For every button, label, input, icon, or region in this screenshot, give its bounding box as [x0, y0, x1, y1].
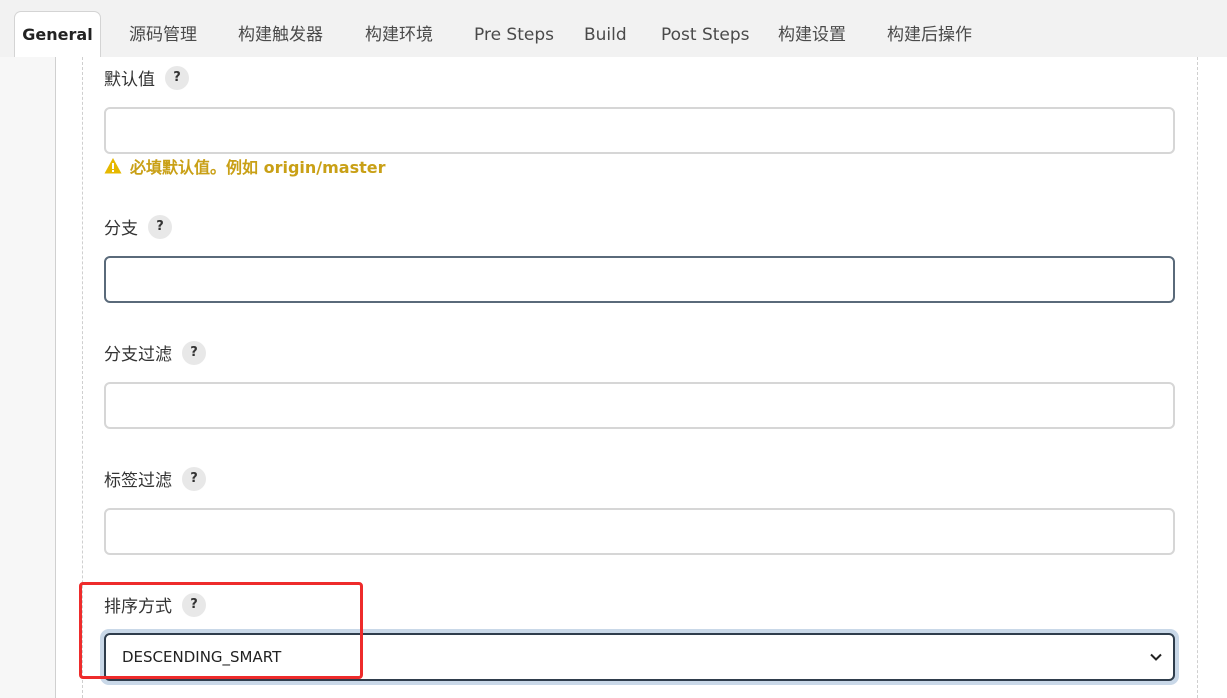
tag-filter-help-icon[interactable]: ? — [182, 466, 206, 491]
tab-post-steps[interactable]: Post Steps — [661, 18, 750, 52]
tag-filter-label-row: 标签过滤 ? — [104, 466, 206, 491]
branch-label-row: 分支 ? — [104, 214, 172, 239]
sort-mode-label: 排序方式 — [104, 597, 172, 617]
tab-build[interactable]: Build — [584, 18, 627, 52]
sort-mode-label-row: 排序方式 ? — [104, 592, 206, 617]
branch-filter-input[interactable] — [104, 382, 1175, 429]
default-value-warning-text: 必填默认值。例如 origin/master — [130, 158, 386, 177]
default-value-input[interactable] — [104, 107, 1175, 154]
chevron-down-icon — [1150, 653, 1162, 661]
tab-build-triggers[interactable]: 构建触发器 — [238, 18, 323, 52]
section-border-left — [82, 57, 83, 698]
tag-filter-label: 标签过滤 — [104, 471, 172, 491]
branch-input[interactable] — [104, 256, 1175, 303]
sort-mode-select[interactable]: DESCENDING_SMART — [104, 633, 1175, 681]
tab-build-environment[interactable]: 构建环境 — [365, 18, 433, 52]
sort-mode-help-icon[interactable]: ? — [182, 592, 206, 617]
tab-post-build-actions[interactable]: 构建后操作 — [887, 18, 972, 52]
branch-filter-label: 分支过滤 — [104, 345, 172, 365]
tab-build-settings[interactable]: 构建设置 — [778, 18, 846, 52]
left-gutter — [0, 57, 56, 698]
default-value-help-icon[interactable]: ? — [165, 65, 189, 90]
tab-source-control[interactable]: 源码管理 — [129, 18, 197, 52]
default-value-label: 默认值 — [104, 70, 155, 90]
default-value-warning: 必填默认值。例如 origin/master — [104, 154, 386, 178]
branch-label: 分支 — [104, 219, 138, 239]
branch-filter-label-row: 分支过滤 ? — [104, 340, 206, 365]
warning-icon — [104, 158, 122, 174]
section-border-right — [1197, 57, 1198, 698]
tab-bar: General 源码管理 构建触发器 构建环境 Pre Steps Build … — [0, 0, 1227, 57]
tab-general[interactable]: General — [14, 11, 101, 57]
branch-filter-help-icon[interactable]: ? — [182, 340, 206, 365]
default-value-label-row: 默认值 ? — [104, 65, 189, 90]
branch-help-icon[interactable]: ? — [148, 214, 172, 239]
tab-pre-steps[interactable]: Pre Steps — [474, 18, 554, 52]
tag-filter-input[interactable] — [104, 508, 1175, 555]
sort-mode-selected-value: DESCENDING_SMART — [122, 648, 282, 666]
